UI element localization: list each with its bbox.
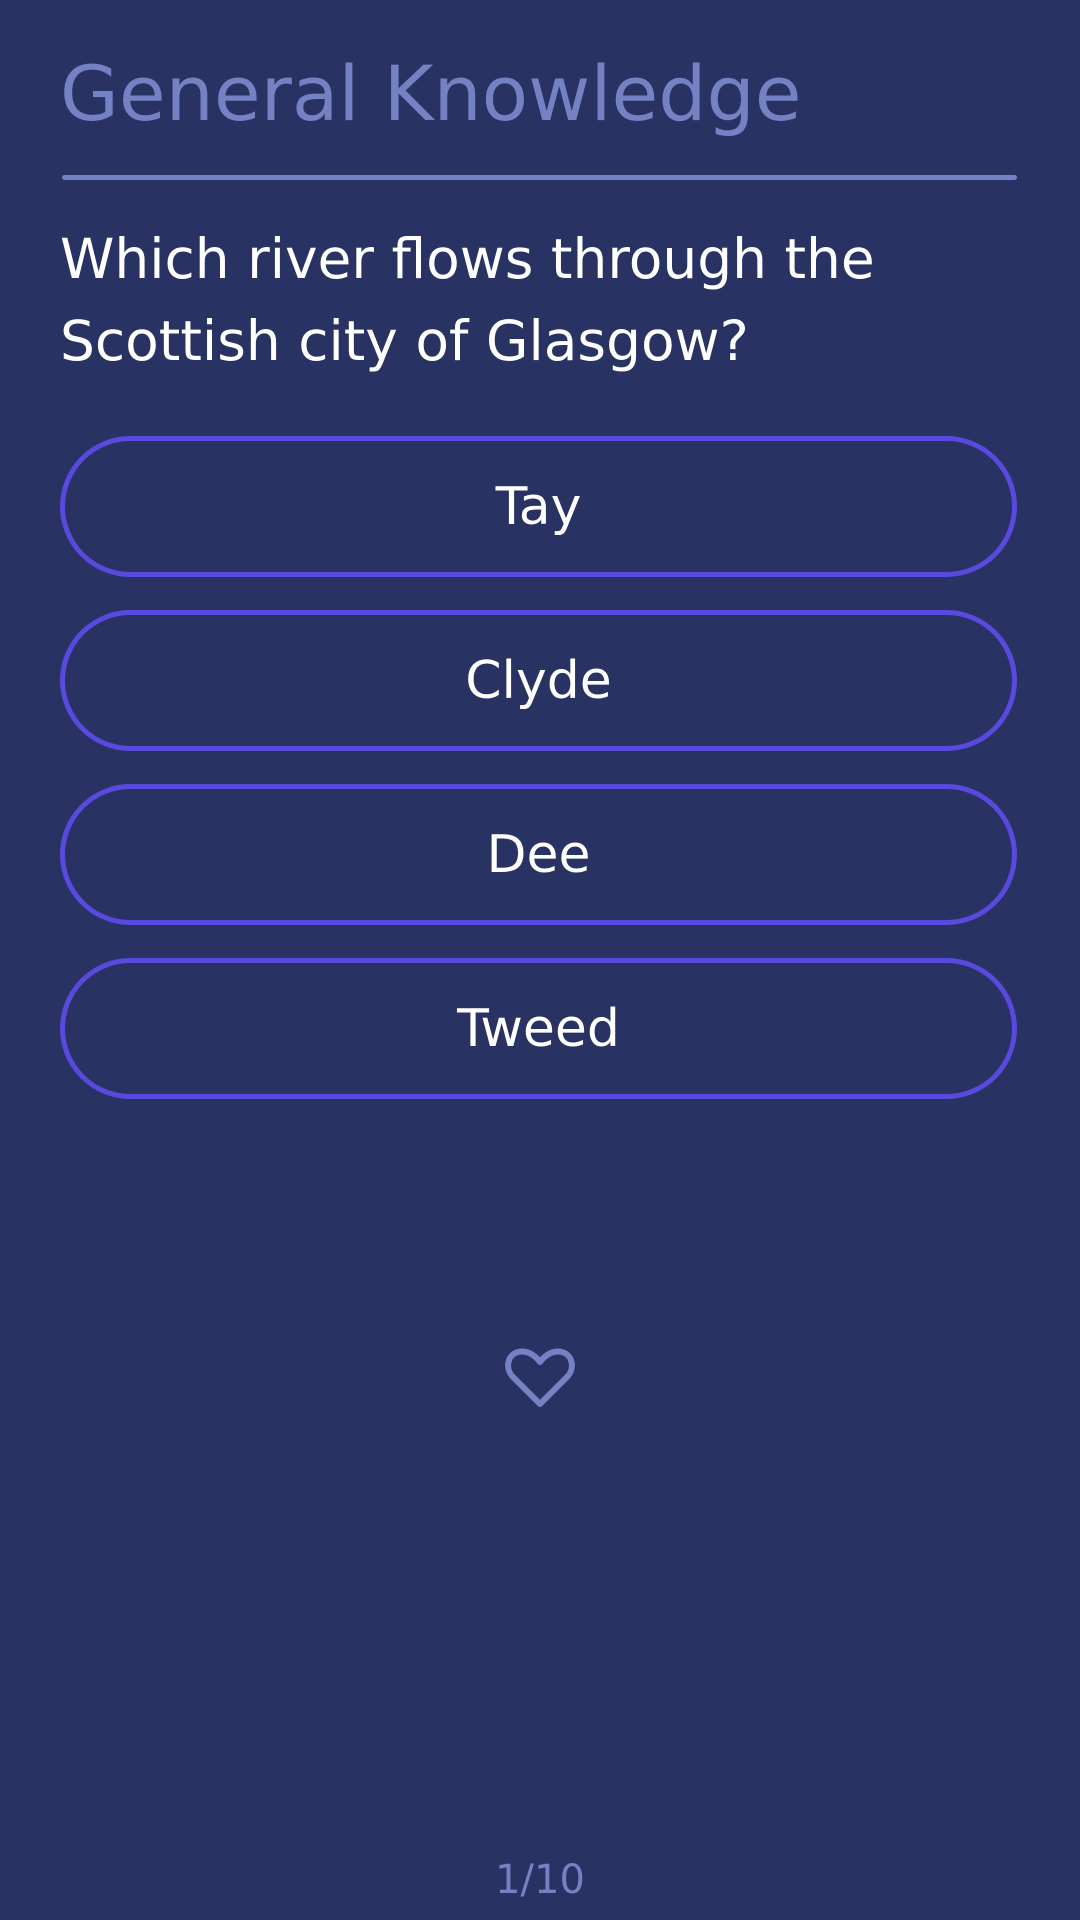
question-text: Which river flows through the Scottish c…: [60, 227, 875, 373]
heart-outline-icon: [505, 1348, 575, 1407]
answer-label: Clyde: [465, 650, 612, 711]
answer-button-3[interactable]: Dee: [60, 784, 1017, 925]
answer-label: Tweed: [457, 998, 620, 1059]
answer-label: Dee: [486, 824, 591, 885]
category-title: General Knowledge: [60, 49, 802, 138]
answer-button-1[interactable]: Tay: [60, 436, 1017, 577]
title-divider: [62, 175, 1017, 180]
favorite-button[interactable]: [504, 1346, 576, 1410]
answer-button-2[interactable]: Clyde: [60, 610, 1017, 751]
answer-label: Tay: [495, 476, 582, 537]
progress-indicator: 1/10: [495, 1857, 585, 1903]
answer-button-4[interactable]: Tweed: [60, 958, 1017, 1099]
